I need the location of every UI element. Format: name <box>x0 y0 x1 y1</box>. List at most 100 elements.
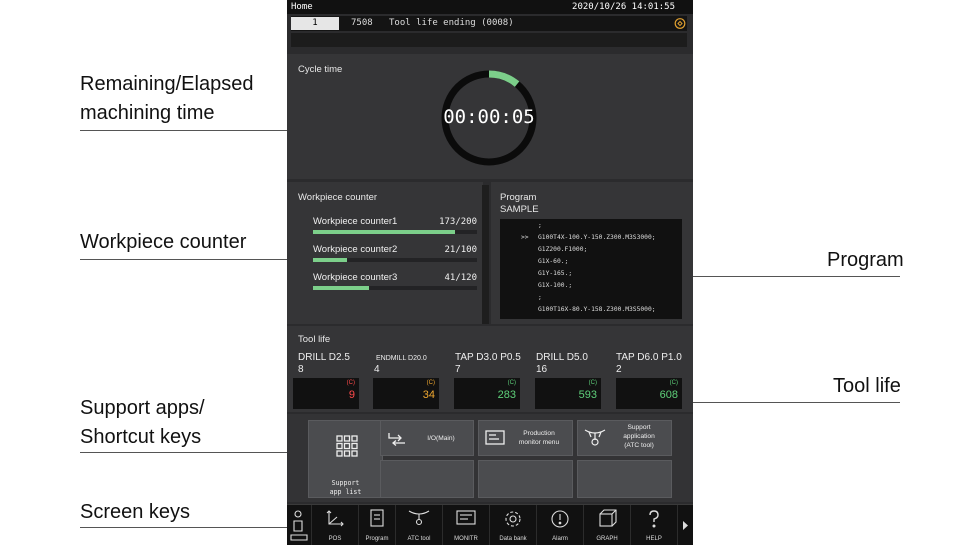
tool-unit: (C) <box>669 380 678 386</box>
tool-count: 7 <box>455 364 461 375</box>
alarm-key[interactable]: Alarm <box>537 505 584 545</box>
tool-unit: (C) <box>426 380 435 386</box>
help-key-label: HELP <box>646 536 662 542</box>
program-line: ; <box>538 294 542 301</box>
cycle-time-title: Cycle time <box>298 64 343 75</box>
graph-key[interactable]: GRAPH <box>584 505 631 545</box>
atc-support-app-button[interactable]: Support application (ATC tool) <box>577 420 672 456</box>
counter-label-1: Workpiece counter1 <box>313 216 398 227</box>
counter-value-2: 21/100 <box>444 245 477 255</box>
cnc-home-screen: Home 2020/10/26 14:01:55 1 7508 Tool lif… <box>287 0 693 545</box>
home-key[interactable] <box>287 505 312 545</box>
tool-life-panel: Tool life DRILL D2.5 8 (C) 9 ENDMILL D20… <box>287 326 693 412</box>
support-apps-area: Support app list I/O(Main) Production mo… <box>287 414 693 502</box>
tool-life-title: Tool life <box>298 334 331 345</box>
pos-key-label: POS <box>328 536 342 542</box>
tool-life-box: (C) 593 <box>535 378 601 409</box>
counter-track-3 <box>313 286 477 290</box>
program-key[interactable]: Program <box>359 505 396 545</box>
cycle-time-panel: Cycle time 00:00:05 <box>287 54 693 179</box>
tool-life-value: 9 <box>348 389 355 401</box>
alarm-key-label: Alarm <box>552 536 568 542</box>
counter-value-1: 173/200 <box>439 217 477 227</box>
tool-name: DRILL D2.5 <box>298 352 350 363</box>
tool-count: 8 <box>298 364 304 375</box>
callout-program: Program <box>827 249 904 271</box>
tool-unit: (C) <box>346 380 355 386</box>
io-main-button[interactable]: I/O(Main) <box>380 420 474 456</box>
tool-unit: (C) <box>588 380 597 386</box>
support-app-list-button[interactable]: Support app list <box>308 420 383 498</box>
counter-label-2: Workpiece counter2 <box>313 244 398 255</box>
datetime: 2020/10/26 14:01:55 <box>572 2 675 12</box>
program-listing[interactable]: >> ; G100T4X-100.Y-150.Z300.M3S3000; G1Z… <box>500 219 682 319</box>
program-line: G1X-100.; <box>538 282 573 289</box>
tool-name: TAP D6.0 P1.0 <box>616 352 682 363</box>
callout-tool-life: Tool life <box>833 375 901 397</box>
alarm-bell-icon[interactable] <box>673 16 687 31</box>
alarm-message-row[interactable]: 1 7508 Tool life ending (0008) <box>291 16 687 31</box>
next-page-key[interactable] <box>678 505 693 545</box>
cube-icon <box>599 509 617 527</box>
monitor-icon <box>456 510 476 525</box>
workpiece-counter-title: Workpiece counter <box>298 192 378 203</box>
transfer-arrows-icon <box>388 433 405 446</box>
cycle-time-value: 00:00:05 <box>443 106 535 128</box>
monitor-key[interactable]: MONITR <box>443 505 490 545</box>
shortcut-slot-empty[interactable] <box>380 460 474 498</box>
grid-icon <box>336 435 358 457</box>
graph-key-label: GRAPH <box>596 536 618 542</box>
tool-life-value: 34 <box>422 389 435 401</box>
program-line: G100T4X-100.Y-150.Z300.M3S3000; <box>538 234 656 241</box>
callout-screen-keys: Screen keys <box>80 501 191 523</box>
program-cursor: >> <box>521 234 529 241</box>
program-key-label: Program <box>365 536 389 542</box>
shortcut-slot-empty[interactable] <box>478 460 573 498</box>
counter-label-3: Workpiece counter3 <box>313 272 398 283</box>
program-line: G100T16X-80.Y-158.Z300.M3S5000; <box>538 306 656 313</box>
question-mark-icon <box>649 510 659 528</box>
data-bank-key[interactable]: Data bank <box>490 505 537 545</box>
atc-tool-key-label: ATC tool <box>407 536 431 542</box>
alarm-text: Tool life ending (0008) <box>389 18 514 28</box>
tool-name: ENDMILL D20.0 <box>376 355 427 362</box>
callout-line-program <box>680 276 900 277</box>
pos-key[interactable]: POS <box>312 505 359 545</box>
axes-icon <box>326 510 344 527</box>
counter-track-1 <box>313 230 477 234</box>
screen-keys-bar: POS Program ATC tool MONITR Data bank Al… <box>287 504 693 545</box>
monitor-key-label: MONITR <box>454 536 478 542</box>
program-title: Program <box>500 192 537 203</box>
tool-count: 16 <box>536 364 548 375</box>
machine-home-icon <box>290 510 308 541</box>
message-row <box>291 33 687 47</box>
help-key[interactable]: HELP <box>631 505 678 545</box>
callout-workpiece-counter: Workpiece counter <box>80 231 247 253</box>
counter-fill-1 <box>313 230 455 234</box>
program-name: SAMPLE <box>500 204 539 215</box>
alarm-code: 7508 <box>351 18 373 28</box>
program-line: G1Y-165.; <box>538 270 573 277</box>
atc-tool-key[interactable]: ATC tool <box>396 505 443 545</box>
tool-life-box: (C) 283 <box>454 378 520 409</box>
gear-icon <box>505 511 521 527</box>
chevron-right-icon <box>683 521 688 530</box>
tool-life-box: (C) 9 <box>293 378 359 409</box>
tool-life-box: (C) 608 <box>616 378 682 409</box>
tool-count: 4 <box>374 364 380 375</box>
production-monitor-button[interactable]: Production monitor menu <box>478 420 573 456</box>
screen-title: Home <box>291 2 313 12</box>
status-bar: Home 2020/10/26 14:01:55 <box>287 0 693 14</box>
shortcut-slot-empty[interactable] <box>577 460 672 498</box>
counter-scrollbar[interactable] <box>482 185 489 324</box>
callout-support-apps: Support apps/ Shortcut keys <box>80 397 205 448</box>
tool-life-value: 608 <box>659 389 678 401</box>
program-panel[interactable]: Program SAMPLE >> ; G100T4X-100.Y-150.Z3… <box>491 182 693 324</box>
alarm-number: 1 <box>291 17 339 30</box>
tool-life-value: 593 <box>578 389 597 401</box>
program-line: ; <box>538 222 542 229</box>
counter-track-2 <box>313 258 477 262</box>
counter-fill-2 <box>313 258 348 262</box>
tool-name: DRILL D5.0 <box>536 352 588 363</box>
tool-unit: (C) <box>507 380 516 386</box>
